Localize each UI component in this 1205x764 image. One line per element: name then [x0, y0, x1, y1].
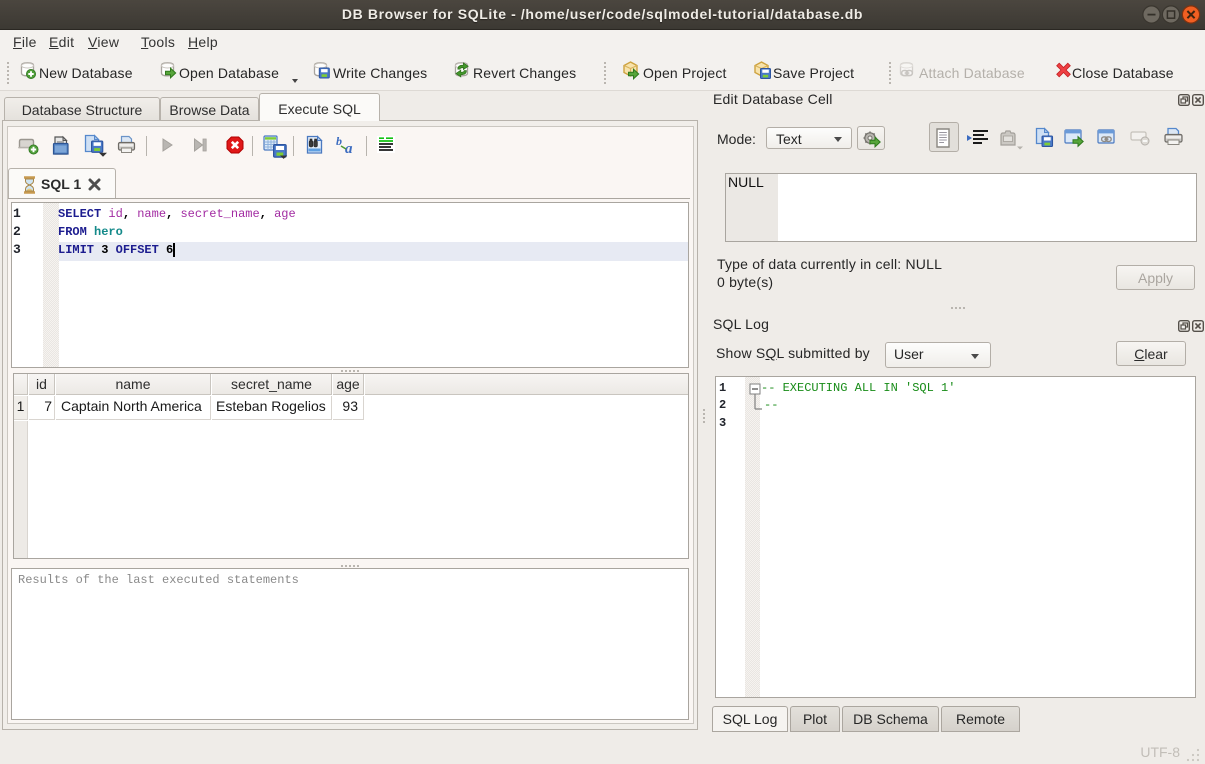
svg-text:a: a [345, 141, 353, 155]
